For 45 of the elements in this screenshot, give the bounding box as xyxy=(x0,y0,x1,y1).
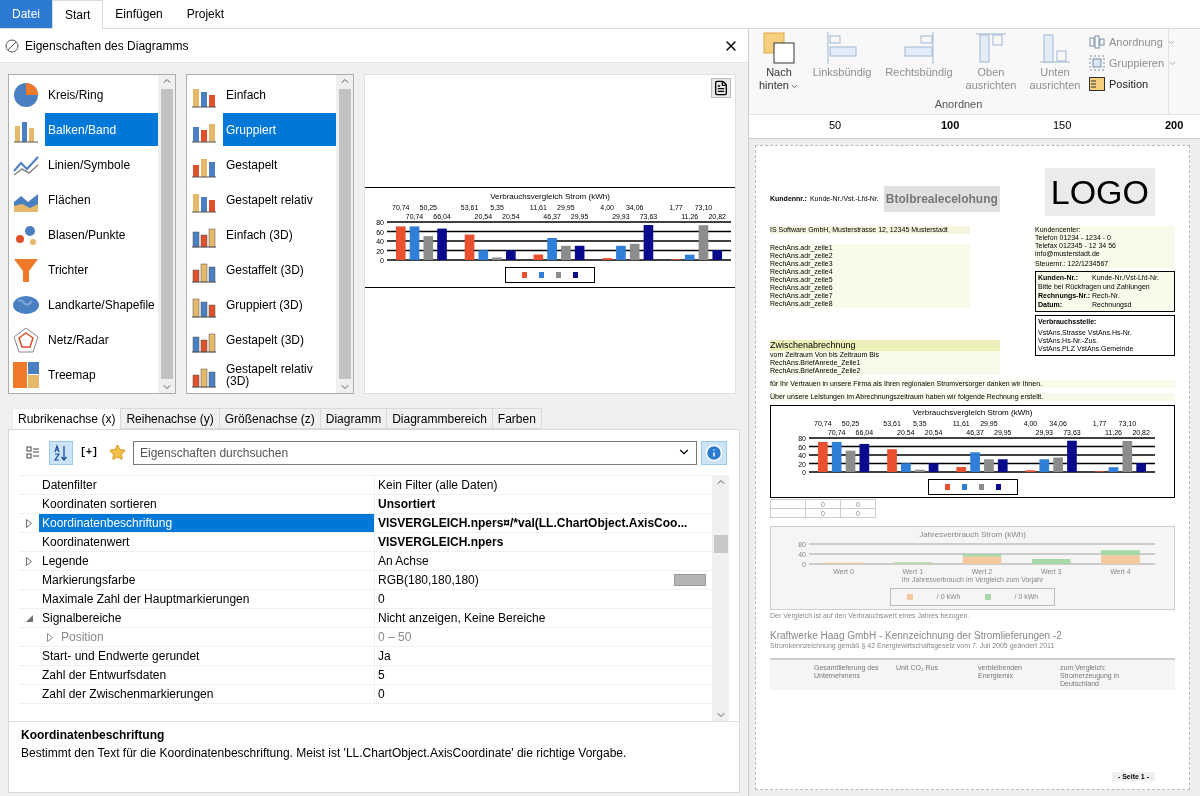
item-label: Blasen/Punkte xyxy=(47,226,127,244)
item-label: Einfach (3D) xyxy=(225,226,294,244)
property-label: Koordinaten sortieren xyxy=(42,496,157,513)
property-label: Zahl der Entwurfsdaten xyxy=(42,667,167,684)
dialog-title: Eigenschaften des Diagramms xyxy=(25,37,190,55)
document-title-box: Btolbrealecelohung xyxy=(883,186,1000,212)
item-label: Kreis/Ring xyxy=(47,86,105,104)
property-label: Koordinatenwert xyxy=(42,534,130,551)
item-label: Gestapelt (3D) xyxy=(225,331,306,349)
item-label: Gruppiert (3D) xyxy=(225,296,304,314)
chart-title: Jahresverbrauch Strom (kWh) xyxy=(919,530,1026,540)
item-label: Linien/Symbole xyxy=(47,156,132,174)
chart-title: Verbrauchsvergleich Strom (kWh) xyxy=(490,192,610,202)
property-label: Markierungsfarbe xyxy=(42,572,136,589)
ruler-label: 50 xyxy=(829,118,843,133)
description-title: Koordinatenbeschriftung xyxy=(21,727,166,744)
ruler-label: 100 xyxy=(941,118,961,133)
letter-heading: Zwischenabrechnung xyxy=(770,340,1000,351)
property-label: Legende xyxy=(42,553,89,570)
property-label: Zahl der Zwischenmarkierungen xyxy=(42,686,214,703)
ribbon-group-label: Anordnen xyxy=(933,97,984,111)
ruler-label: 200 xyxy=(1165,118,1185,133)
property-label: Koordinatenbeschriftung xyxy=(42,515,173,532)
property-label: Maximale Zahl der Hauptmarkierungen xyxy=(42,591,250,608)
item-label: Treemap xyxy=(47,366,97,384)
ruler-label: 150 xyxy=(1053,118,1073,133)
item-label: Gruppiert xyxy=(223,113,336,146)
section-title: Kraftwerke Haag GmbH - Kennzeichnung der Stromlieferungen -2 xyxy=(770,630,1063,642)
item-label: Landkarte/Shapefile xyxy=(47,296,156,314)
item-label: Einfach xyxy=(225,86,268,104)
item-label: Netz/Radar xyxy=(47,331,110,349)
chart-title: Verbrauchsvergleich Strom (kWh) xyxy=(912,408,1033,418)
item-label: Trichter xyxy=(47,261,90,279)
item-label: Gestapelt relativ xyxy=(225,191,314,209)
item-label: Gestapelt relativ (3D) xyxy=(225,360,314,390)
property-label: Signalbereiche xyxy=(42,610,122,627)
item-label: Balken/Band xyxy=(45,113,158,146)
item-label: Flächen xyxy=(47,191,92,209)
property-label: Datenfilter xyxy=(42,477,97,494)
description-text: Bestimmt den Text für die Koordinatenbeschriftung. Meist ist 'LL.ChartObject.AxisCoordinate' die richtige Vorgabe. xyxy=(21,745,628,762)
logo: LOGO xyxy=(1044,168,1155,216)
item-label: Gestaffelt (3D) xyxy=(225,261,305,279)
property-label: Position xyxy=(61,629,104,646)
item-label: Gestapelt xyxy=(225,156,279,174)
property-label: Start- und Endwerte gerundet xyxy=(42,648,200,665)
